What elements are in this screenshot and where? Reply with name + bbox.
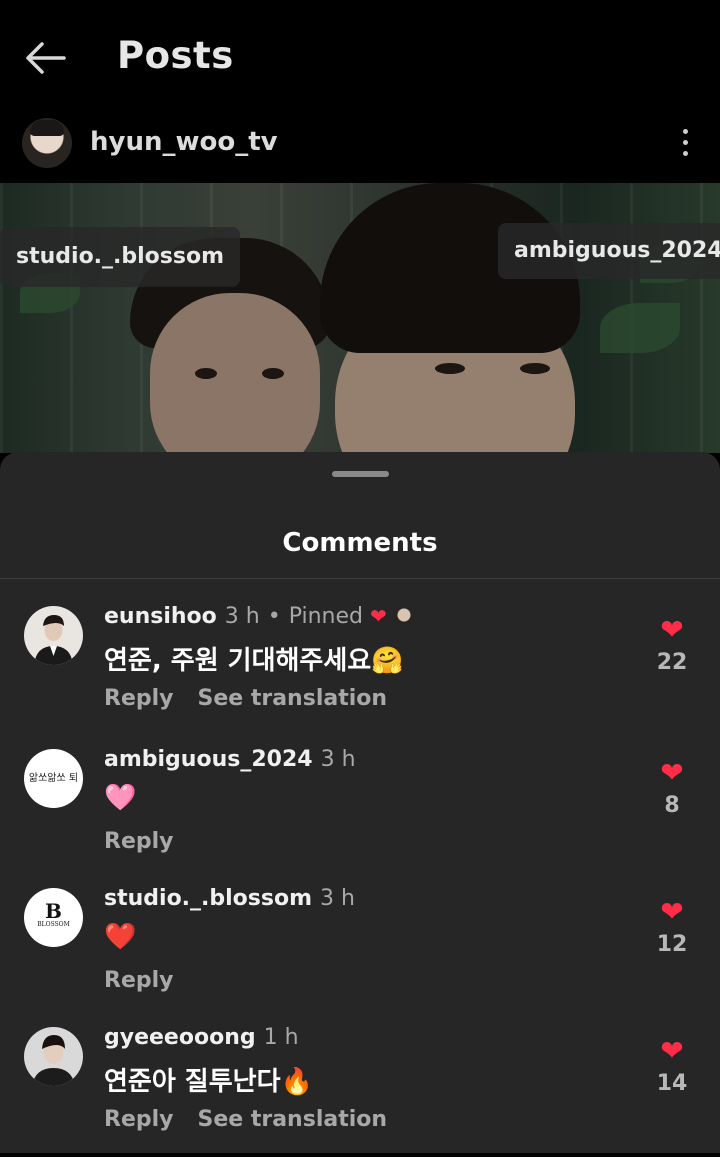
creator-avatar-mini <box>393 606 414 626</box>
commenter-username[interactable]: studio._.blossom <box>104 886 312 911</box>
comment-item: B BLOSSOM studio._.blossom 3 h ❤️ Reply ❤… <box>0 886 720 1018</box>
comments-title: Comments <box>282 528 438 558</box>
commenter-avatar[interactable]: B BLOSSOM <box>24 888 83 947</box>
commenter-username[interactable]: eunsihoo <box>104 604 217 629</box>
drag-handle[interactable] <box>332 471 389 477</box>
comments-sheet: Comments eunsihoo 3 h • Pinned ❤ 연준, 주원 기대해… <box>0 452 720 1153</box>
like-count: 14 <box>656 1071 688 1096</box>
comment-text: 연준, 주원 기대해주세요🤗 <box>104 646 404 676</box>
like-count: 22 <box>656 650 688 675</box>
commenter-avatar[interactable]: 앎쏘앎쏘 퇴 <box>24 749 83 808</box>
photo-tag[interactable]: ambiguous_2024 <box>498 223 720 279</box>
comment-item: eunsihoo 3 h • Pinned ❤ 연준, 주원 기대해주세요🤗 Repl… <box>0 604 720 736</box>
avatar-logo-text: BLOSSOM <box>37 921 70 928</box>
reply-button[interactable]: Reply <box>104 686 174 711</box>
heart-icon[interactable]: ❤ <box>650 759 694 787</box>
comment-item: gyeeeooong 1 h 연준아 질투난다🔥 Reply See transla… <box>0 1025 720 1157</box>
pinned-label: Pinned <box>288 604 363 629</box>
back-arrow-icon[interactable] <box>22 38 68 78</box>
page-title: Posts <box>117 34 234 77</box>
like-count: 8 <box>664 793 680 818</box>
heart-icon[interactable]: ❤ <box>650 616 694 644</box>
divider <box>0 578 720 579</box>
comment-time: 3 h <box>320 747 356 772</box>
creator-heart-icon: ❤ <box>370 604 387 628</box>
heart-icon[interactable]: ❤ <box>650 1037 694 1065</box>
commenter-avatar[interactable] <box>24 1027 83 1086</box>
commenter-username[interactable]: ambiguous_2024 <box>104 747 313 772</box>
reply-button[interactable]: Reply <box>104 968 174 993</box>
comment-text: 연준아 질투난다🔥 <box>104 1067 313 1097</box>
more-options-icon[interactable] <box>672 129 698 161</box>
post-author-bar: hyun_woo_tv <box>0 115 720 183</box>
comment-time: 1 h <box>263 1025 299 1050</box>
comment-time: 3 h <box>320 886 355 911</box>
reply-button[interactable]: Reply <box>104 829 174 854</box>
reply-button[interactable]: Reply <box>104 1107 174 1132</box>
photo-tag[interactable]: studio._.blossom <box>0 227 241 287</box>
see-translation-button[interactable]: See translation <box>198 686 388 711</box>
see-translation-button[interactable]: See translation <box>198 1107 388 1132</box>
top-bar: Posts <box>0 0 720 115</box>
post-photo[interactable]: studio._.blossom ambiguous_2024 <box>0 183 720 453</box>
avatar-logo-letter: B <box>45 899 62 923</box>
comment-text: ❤️ <box>104 922 137 952</box>
avatar-handwriting: 앎쏘앎쏘 퇴 <box>28 773 79 784</box>
author-username[interactable]: hyun_woo_tv <box>90 127 278 157</box>
commenter-username[interactable]: gyeeeooong <box>104 1025 256 1050</box>
comment-item: 앎쏘앎쏘 퇴 ambiguous_2024 3 h 🩷 Reply ❤ 8 <box>0 747 720 879</box>
comment-time: 3 h <box>224 604 260 629</box>
comment-text: 🩷 <box>104 783 137 813</box>
like-count: 12 <box>656 932 688 957</box>
heart-icon[interactable]: ❤ <box>650 898 694 926</box>
author-avatar[interactable] <box>22 118 72 168</box>
commenter-avatar[interactable] <box>24 606 83 665</box>
